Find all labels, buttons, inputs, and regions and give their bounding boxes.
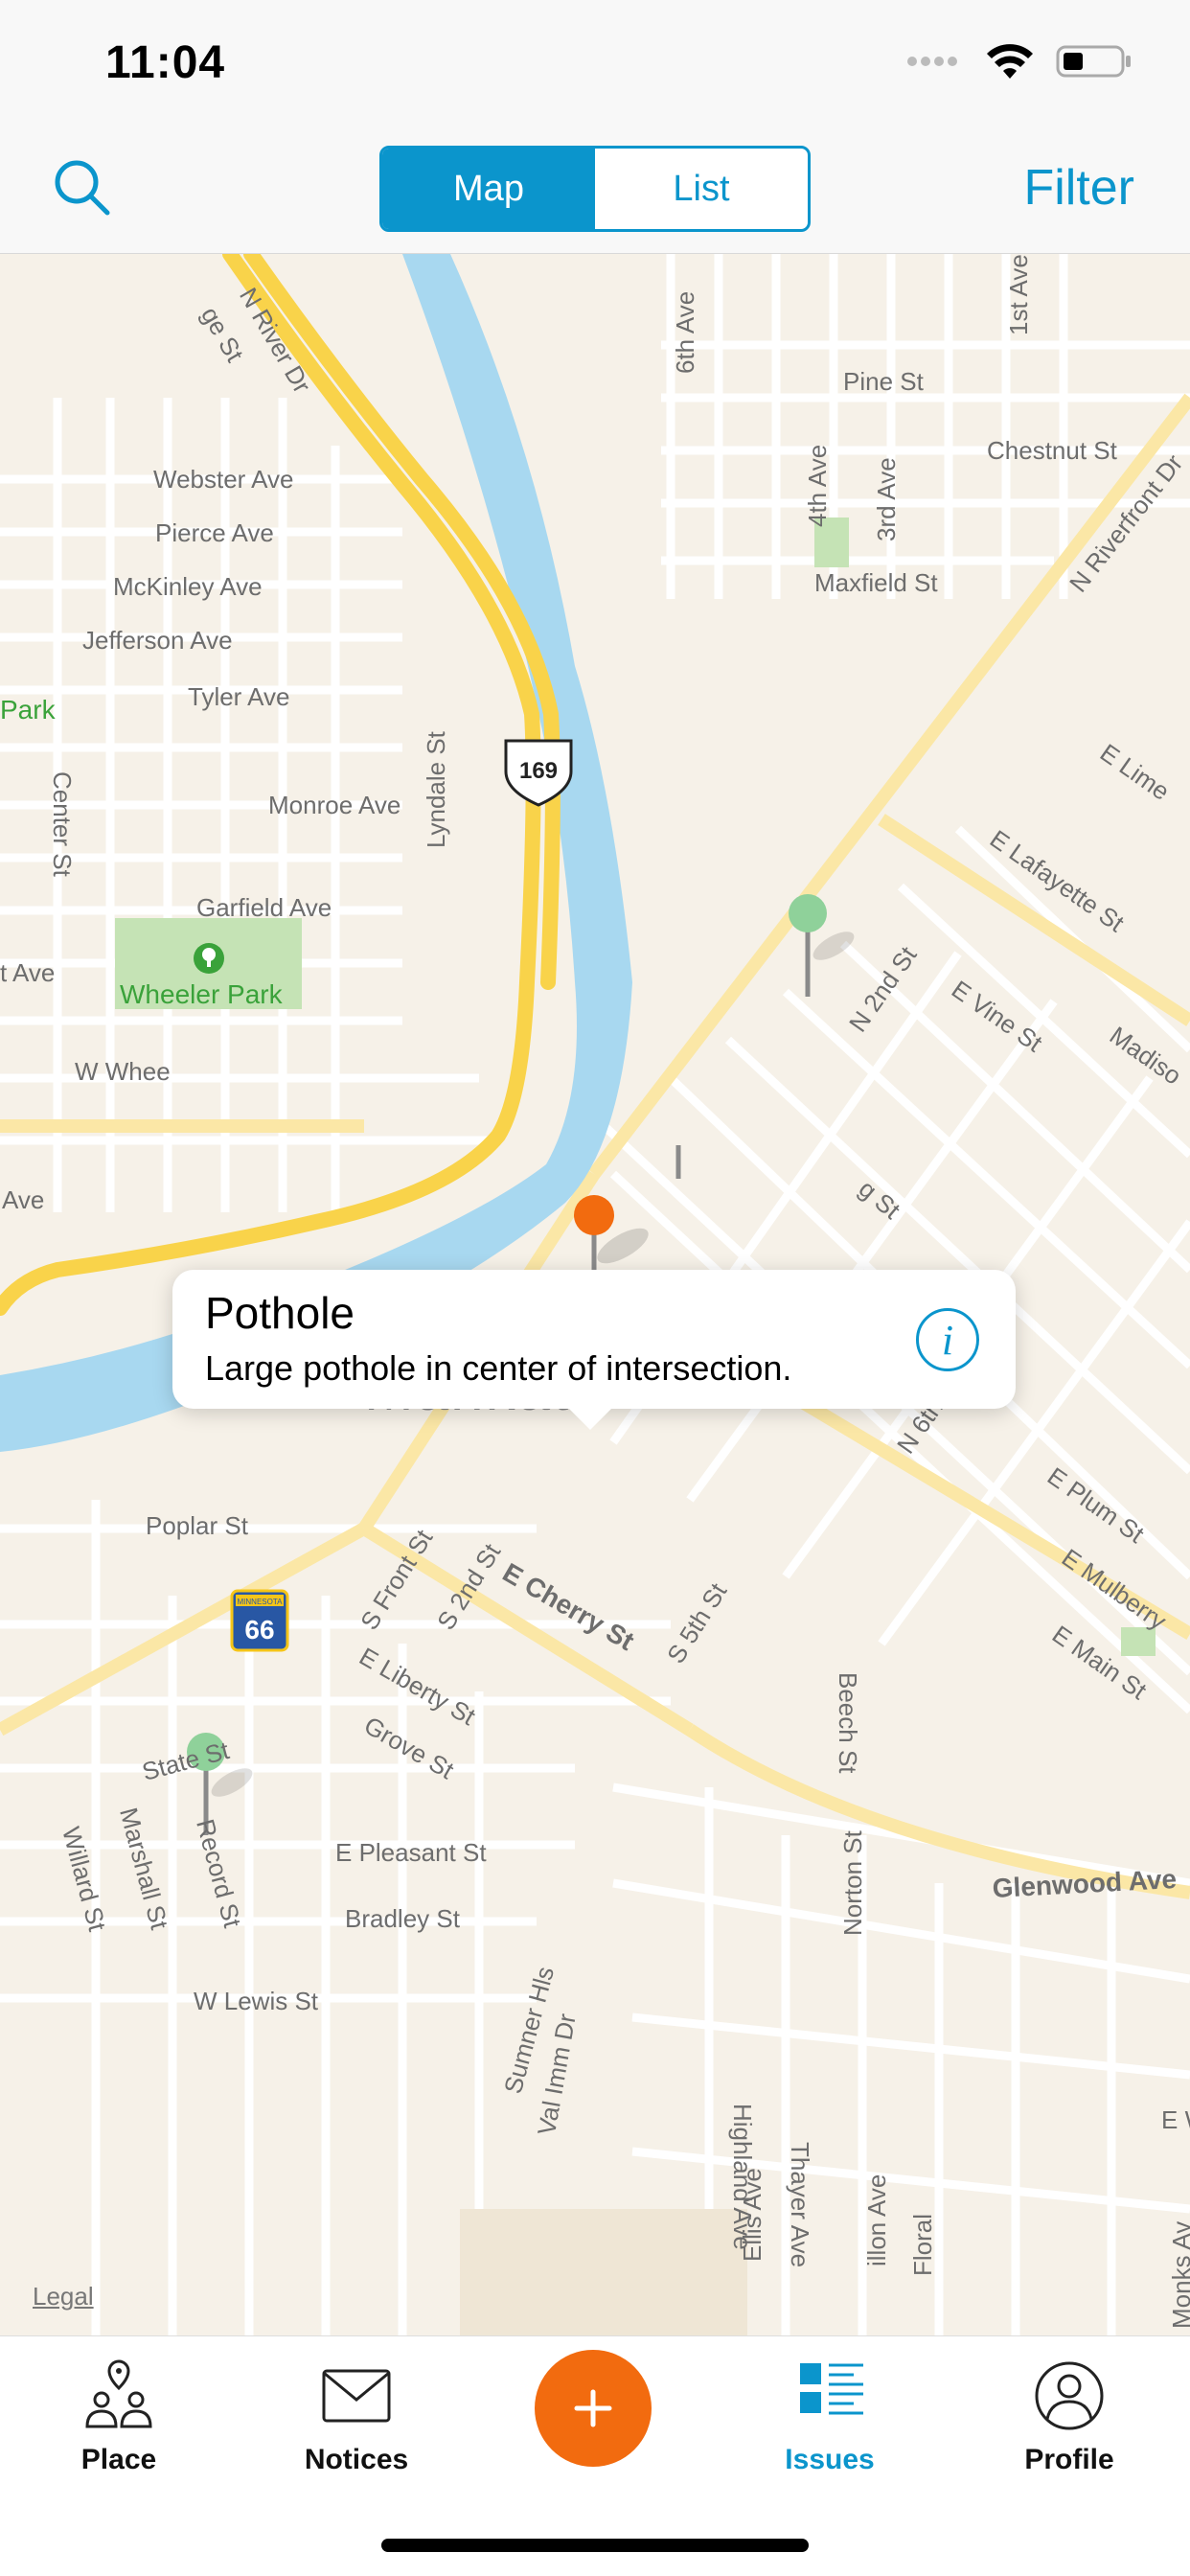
map-view[interactable]: 169 MINNESOTA 66 Webster Ave Pierce Ave … [0, 254, 1190, 2335]
svg-text:169: 169 [519, 758, 558, 784]
legal-link[interactable]: Legal [33, 2282, 94, 2312]
street-label: Center St [48, 771, 77, 877]
street-label: Maxfield St [814, 568, 938, 597]
street-label: W Whee [75, 1057, 171, 1086]
mail-icon [322, 2369, 391, 2423]
street-label: E Pleasant St [335, 1838, 487, 1867]
search-button[interactable] [50, 155, 117, 222]
street-label: E W [1161, 2105, 1190, 2134]
plus-icon [574, 2389, 612, 2427]
search-icon [55, 160, 110, 216]
profile-icon [1035, 2361, 1104, 2430]
signal-dots-icon [907, 57, 957, 66]
filter-button[interactable]: Filter [1023, 159, 1134, 217]
tab-notices[interactable]: Notices [261, 2358, 452, 2476]
street-label: Bradley St [345, 1904, 460, 1933]
street-label: 6th Ave [671, 290, 699, 374]
street-label: Lyndale St [422, 731, 450, 848]
street-label: Monroe Ave [268, 791, 401, 819]
street-label: Beech St [834, 1672, 862, 1774]
park-label: Wheeler Park [120, 979, 283, 1009]
street-label: McKinley Ave [113, 572, 263, 601]
callout-description: Large pothole in center of intersection. [205, 1348, 792, 1388]
street-label: Jefferson Ave [82, 626, 233, 655]
state-shield-66: MINNESOTA 66 [230, 1589, 289, 1652]
street-label: Webster Ave [153, 465, 294, 494]
street-label: Garfield Ave [196, 893, 332, 922]
street-label: 1st Ave [1004, 254, 1033, 335]
issue-callout[interactable]: Pothole Large pothole in center of inter… [172, 1270, 1016, 1430]
street-label: t Ave [0, 958, 56, 987]
street-label: Norton St [838, 1830, 867, 1936]
status-bar: 11:04 [0, 0, 1190, 134]
tab-bar: Place Notices Issues Profile [0, 2335, 1190, 2576]
segment-map[interactable]: Map [382, 149, 595, 229]
battery-icon [1056, 45, 1131, 78]
street-label: Floral [908, 2213, 937, 2276]
callout-title: Pothole [205, 1288, 355, 1338]
status-time: 11:04 [105, 37, 226, 88]
home-indicator [381, 2539, 809, 2552]
svg-text:MINNESOTA: MINNESOTA [238, 1598, 284, 1606]
place-icon [85, 2359, 152, 2428]
street-label: illon Ave [862, 2174, 891, 2266]
list-icon [800, 2363, 863, 2415]
park-label: Park [0, 695, 56, 724]
add-issue-button[interactable] [535, 2350, 652, 2467]
view-segmented-control: Map List [379, 146, 811, 232]
tab-profile[interactable]: Profile [973, 2358, 1165, 2476]
street-label: 4th Ave [803, 444, 832, 527]
street-label: Highland Ave [728, 2104, 757, 2250]
street-label: Monks Av [1167, 2220, 1190, 2329]
street-label: Pine St [843, 367, 924, 396]
issue-pin[interactable] [789, 894, 858, 997]
street-label: Tyler Ave [188, 682, 290, 711]
street-label: Thayer Ave [786, 2142, 814, 2268]
tab-place[interactable]: Place [23, 2358, 215, 2476]
status-icons [906, 42, 1133, 80]
tab-issues[interactable]: Issues [734, 2358, 926, 2476]
info-icon[interactable]: i [916, 1308, 979, 1371]
tab-label: Issues [785, 2444, 875, 2475]
tab-label: Place [80, 2444, 157, 2475]
wifi-icon [987, 44, 1033, 79]
segment-list[interactable]: List [595, 149, 808, 229]
street-label: Chestnut St [987, 436, 1117, 465]
svg-text:66: 66 [244, 1615, 274, 1644]
street-label: 3rd Ave [872, 457, 901, 541]
street-label: Ave [2, 1185, 45, 1214]
tab-label: Notices [304, 2444, 409, 2475]
park-tree-icon [194, 943, 224, 974]
tab-label: Profile [1024, 2444, 1114, 2475]
street-label: Poplar St [146, 1511, 248, 1540]
nav-bar: Map List Filter [0, 134, 1190, 254]
street-label: W Lewis St [194, 1987, 319, 2015]
street-label: Pierce Ave [155, 518, 274, 547]
